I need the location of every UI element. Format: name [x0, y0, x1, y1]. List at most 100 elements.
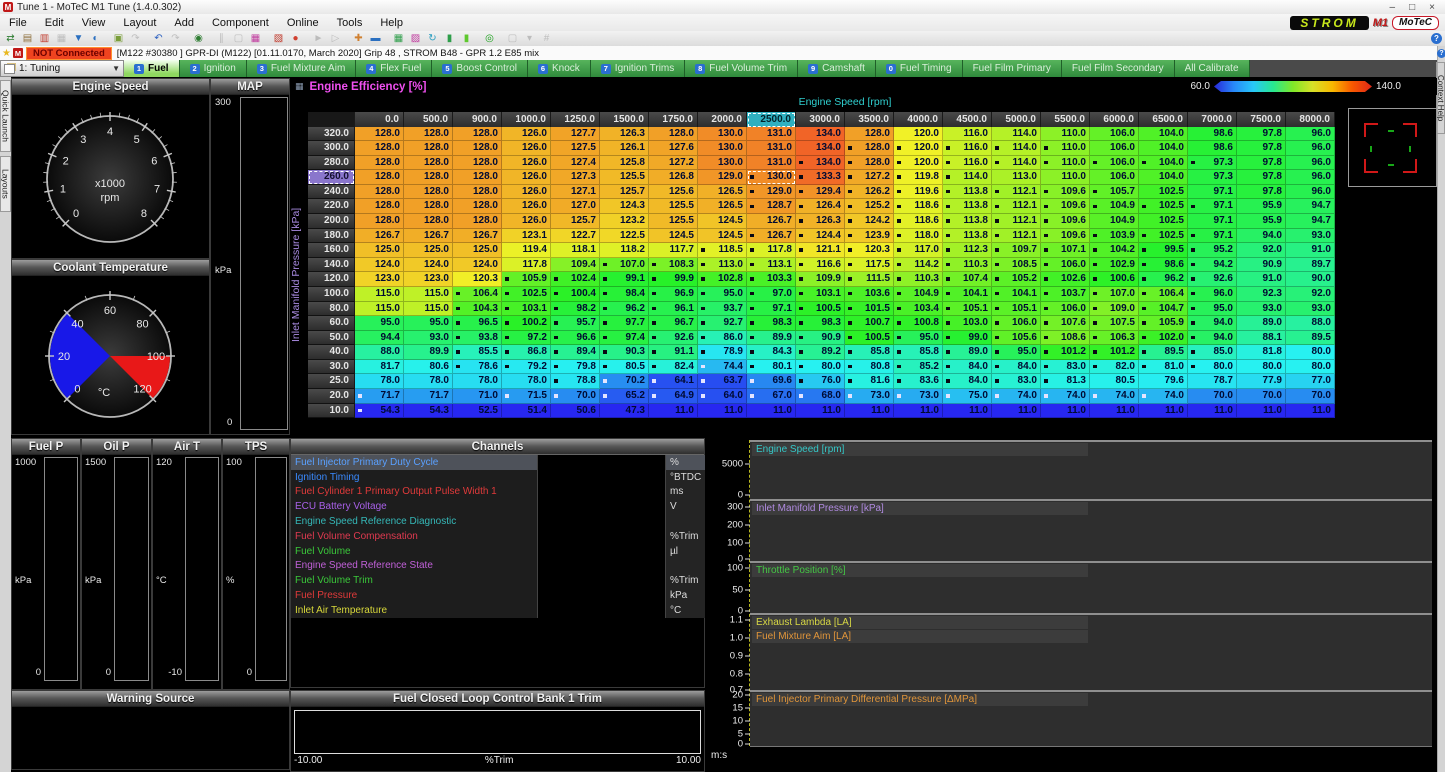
row-header[interactable]: 240.0: [308, 185, 355, 200]
map-cell[interactable]: 86.0: [698, 331, 747, 346]
map-cell[interactable]: 125.7: [551, 214, 600, 229]
levels-icon[interactable]: ▮: [442, 32, 457, 45]
menu-edit[interactable]: Edit: [36, 16, 73, 30]
map-cell[interactable]: 84.0: [943, 374, 992, 389]
map-cell[interactable]: 127.2: [649, 156, 698, 171]
tab-fuel-volume-trim[interactable]: 8Fuel Volume Trim: [685, 60, 798, 77]
map-cell[interactable]: 102.5: [502, 287, 551, 302]
map-cell[interactable]: 93.8: [453, 331, 502, 346]
map-cell[interactable]: 78.0: [453, 374, 502, 389]
map-cell[interactable]: 96.7: [649, 316, 698, 331]
map-cell[interactable]: 107.4: [943, 272, 992, 287]
map-cell[interactable]: 125.0: [453, 243, 502, 258]
map-cell[interactable]: 106.4: [1139, 287, 1188, 302]
map-cell[interactable]: 94.0: [1188, 316, 1237, 331]
row-header[interactable]: 30.0: [308, 360, 355, 375]
map-cell[interactable]: 128.0: [355, 214, 404, 229]
map-cell[interactable]: 123.1: [502, 229, 551, 244]
map-cell[interactable]: 70.0: [551, 389, 600, 404]
marker-icon[interactable]: ◎: [482, 32, 497, 45]
map-cell[interactable]: 104.0: [1139, 127, 1188, 142]
refresh-icon[interactable]: ↻: [425, 32, 440, 45]
map-cell[interactable]: 126.7: [355, 229, 404, 244]
quick-launch-tab[interactable]: Quick Launch: [0, 80, 11, 152]
map-cell[interactable]: 126.5: [698, 199, 747, 214]
channel-row[interactable]: Ignition Timing°BTDC: [291, 470, 704, 485]
map-cell[interactable]: 74.0: [992, 389, 1041, 404]
map-cell[interactable]: 76.0: [796, 374, 845, 389]
map-cell[interactable]: 97.8: [1237, 141, 1286, 156]
map-cell[interactable]: 81.3: [1041, 374, 1090, 389]
map-cell[interactable]: 74.0: [1041, 389, 1090, 404]
map-cell[interactable]: 85.0: [1188, 345, 1237, 360]
map-cell[interactable]: 115.0: [404, 302, 453, 317]
map-cell[interactable]: 128.0: [453, 170, 502, 185]
map-cell[interactable]: 89.9: [404, 345, 453, 360]
map-cell[interactable]: 80.5: [600, 360, 649, 375]
map-cell[interactable]: 95.0: [355, 316, 404, 331]
map-cell[interactable]: 70.0: [1237, 389, 1286, 404]
map-cell[interactable]: 103.1: [796, 287, 845, 302]
map-cell[interactable]: 98.4: [600, 287, 649, 302]
map-cell[interactable]: 128.0: [404, 170, 453, 185]
map-cell[interactable]: 79.6: [1139, 374, 1188, 389]
map-cell[interactable]: 126.7: [453, 229, 502, 244]
channel-row[interactable]: Engine Speed Reference State: [291, 559, 704, 574]
map-cell[interactable]: 111.5: [845, 272, 894, 287]
map-cell[interactable]: 124.0: [404, 258, 453, 273]
map-cell[interactable]: 65.2: [600, 389, 649, 404]
map-cell[interactable]: 120.0: [894, 141, 943, 156]
map-cell[interactable]: 128.0: [845, 127, 894, 142]
map-cell[interactable]: 51.4: [502, 404, 551, 419]
map-cell[interactable]: 128.0: [845, 156, 894, 171]
channel-row[interactable]: Fuel Volumeµl: [291, 544, 704, 559]
map-cell[interactable]: 101.5: [845, 302, 894, 317]
map-cell[interactable]: 95.0: [698, 287, 747, 302]
map-cell[interactable]: 97.8: [1237, 127, 1286, 142]
map-cell[interactable]: 90.9: [796, 331, 845, 346]
bar-icon[interactable]: ▮: [459, 32, 474, 45]
map-cell[interactable]: 130.0: [698, 156, 747, 171]
map-cell[interactable]: 81.7: [355, 360, 404, 375]
map-cell[interactable]: 99.5: [1139, 243, 1188, 258]
map-cell[interactable]: 114.0: [992, 156, 1041, 171]
help-icon[interactable]: ?: [1431, 33, 1442, 44]
select-region-icon[interactable]: ▢: [505, 32, 520, 45]
map-cell[interactable]: 98.2: [551, 302, 600, 317]
row-header[interactable]: 120.0: [308, 272, 355, 287]
map-cell[interactable]: 85.5: [453, 345, 502, 360]
map-cell[interactable]: 120.3: [453, 272, 502, 287]
map-cell[interactable]: 126.0: [502, 156, 551, 171]
channel-row[interactable]: Fuel Volume Compensation%Trim: [291, 529, 704, 544]
map-cell[interactable]: 11.0: [698, 404, 747, 419]
map-cell[interactable]: 107.1: [1041, 243, 1090, 258]
map-cell[interactable]: 102.5: [1139, 214, 1188, 229]
map-cell[interactable]: 126.0: [502, 199, 551, 214]
chart-icon[interactable]: ▨: [408, 32, 423, 45]
compare-icon[interactable]: ▦: [248, 32, 263, 45]
workspace-selector[interactable]: 1: Tuning ▼: [0, 60, 124, 77]
settings-icon[interactable]: ✚: [351, 32, 366, 45]
map-cell[interactable]: 80.0: [1188, 360, 1237, 375]
map-cell[interactable]: 96.0: [1188, 287, 1237, 302]
map-cell[interactable]: 128.0: [404, 199, 453, 214]
map-cell[interactable]: 101.2: [1090, 345, 1139, 360]
map-cell[interactable]: 80.6: [404, 360, 453, 375]
map-cell[interactable]: 101.2: [1041, 345, 1090, 360]
map-cell[interactable]: 122.7: [551, 229, 600, 244]
map-cell[interactable]: 104.2: [1090, 243, 1139, 258]
map-cell[interactable]: 92.6: [649, 331, 698, 346]
map-cell[interactable]: 11.0: [1041, 404, 1090, 419]
save-package-icon[interactable]: ▥: [37, 32, 52, 45]
map-cell[interactable]: 115.0: [355, 287, 404, 302]
map-cell[interactable]: 118.5: [698, 243, 747, 258]
map-cell[interactable]: 113.8: [943, 199, 992, 214]
map-cell[interactable]: 73.0: [894, 389, 943, 404]
worksheet-icon[interactable]: ▦: [391, 32, 406, 45]
maximize-button[interactable]: □: [1409, 2, 1415, 13]
map-cell[interactable]: 104.0: [1139, 141, 1188, 156]
row-header[interactable]: 280.0: [308, 156, 355, 171]
map-cell[interactable]: 106.0: [1090, 141, 1139, 156]
map-cell[interactable]: 129.0: [747, 185, 796, 200]
map-cell[interactable]: 127.4: [551, 156, 600, 171]
